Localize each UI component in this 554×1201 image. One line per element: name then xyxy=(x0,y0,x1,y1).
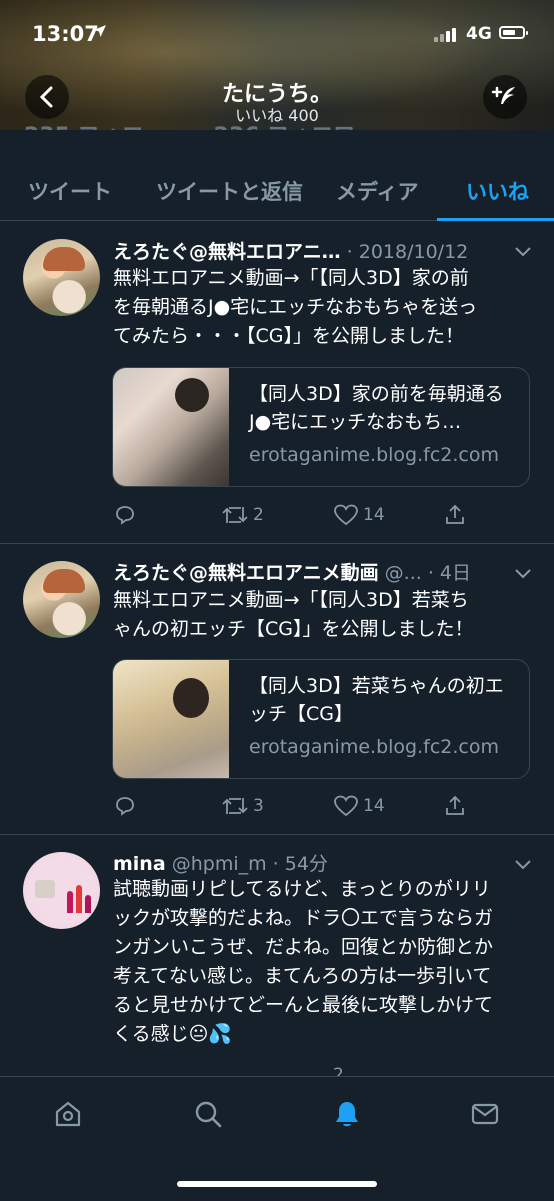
tweet-author-name[interactable]: mina xyxy=(113,853,166,875)
status-bar: 13:07 4G xyxy=(0,20,554,50)
retweet-button[interactable]: 2 xyxy=(221,503,264,527)
share-icon xyxy=(446,795,464,815)
link-card[interactable]: 【同人3D】若菜ちゃんの初エッチ【CG】 erotaganime.blog.fc… xyxy=(112,659,530,779)
reply-button[interactable] xyxy=(113,503,137,527)
likes-count-subtitle: いいね 400 xyxy=(235,106,319,125)
reply-icon xyxy=(116,797,134,816)
tab-tweets[interactable]: ツイート xyxy=(28,176,112,206)
retweet-icon xyxy=(222,507,248,523)
tweet-meta: · 2018/10/12 xyxy=(346,241,469,263)
link-card-image xyxy=(113,660,229,778)
tweet-meta: @... · 4日 xyxy=(384,562,471,584)
like-count: 14 xyxy=(363,505,385,525)
network-type: 4G xyxy=(466,24,492,44)
like-button[interactable]: 14 xyxy=(333,503,385,527)
heart-icon xyxy=(334,795,358,817)
tweet[interactable]: mina @hpmi_m · 54分 試聴動画リピしてるけど、まっとりのがリリ … xyxy=(0,835,554,1095)
chevron-down-icon[interactable] xyxy=(514,859,532,871)
location-arrow-icon xyxy=(93,24,107,38)
share-button[interactable] xyxy=(443,503,467,527)
like-count: 14 xyxy=(363,796,385,816)
tweet[interactable]: えろたぐ@無料エロアニメ動画 @... · 4日 無料エロアニメ動画→「【同人3… xyxy=(0,544,554,835)
tweet-meta: @hpmi_m · 54分 xyxy=(171,853,328,875)
notifications-icon xyxy=(336,1102,358,1127)
heart-icon xyxy=(334,504,358,526)
active-tab-indicator xyxy=(437,218,554,221)
reply-icon xyxy=(116,506,134,525)
compose-tweet-button[interactable] xyxy=(483,75,527,119)
tweet-actions: 3 14 xyxy=(113,794,473,820)
retweet-icon xyxy=(222,798,248,814)
tweet-author-name[interactable]: えろたぐ@無料エロアニメ動画 xyxy=(113,562,379,584)
avatar[interactable] xyxy=(23,852,100,929)
chevron-down-icon[interactable] xyxy=(514,246,532,258)
tab-media[interactable]: メディア xyxy=(336,176,419,206)
retweet-count: 3 xyxy=(253,796,264,816)
link-card-url: erotaganime.blog.fc2.com xyxy=(249,444,499,466)
status-time: 13:07 xyxy=(32,22,99,46)
home-icon xyxy=(55,1101,81,1127)
link-card-title: 【同人3D】若菜ちゃんの初エッチ【CG】 xyxy=(249,675,504,725)
compose-feather-icon xyxy=(491,86,515,104)
link-card[interactable]: 【同人3D】家の前を毎朝通るJ●宅にエッチなおもち… erotaganime.b… xyxy=(112,367,530,487)
tweet-text: 試聴動画リピしてるけど、まっとりのがリリ ックが攻撃的だよね。ドラ〇エで言うなら… xyxy=(113,878,494,1045)
tab-tweets-and-replies[interactable]: ツイートと返信 xyxy=(156,176,303,206)
like-button[interactable]: 14 xyxy=(333,794,385,818)
link-card-url: erotaganime.blog.fc2.com xyxy=(249,736,499,758)
search-icon xyxy=(195,1101,222,1128)
tweet-actions: 2 14 xyxy=(113,503,473,529)
notifications-tab[interactable] xyxy=(332,1099,362,1129)
battery-icon xyxy=(499,26,528,39)
avatar[interactable] xyxy=(23,239,100,316)
home-indicator xyxy=(177,1181,377,1187)
reply-button[interactable] xyxy=(113,794,137,818)
share-icon xyxy=(446,504,464,524)
retweet-count: 2 xyxy=(253,505,264,525)
avatar[interactable] xyxy=(23,561,100,638)
chevron-down-icon[interactable] xyxy=(514,568,532,580)
home-tab[interactable] xyxy=(53,1099,83,1129)
search-tab[interactable] xyxy=(193,1099,223,1129)
share-button[interactable] xyxy=(443,794,467,818)
tweet-text: 無料エロアニメ動画→「【同人3D】若菜ち ゃんの初エッチ【CG】」を公開しました… xyxy=(113,589,474,640)
cellular-signal-icon xyxy=(434,28,456,42)
messages-tab[interactable] xyxy=(470,1099,500,1129)
link-card-image xyxy=(113,368,229,486)
tweet-author-name[interactable]: えろたぐ@無料エロアニ… xyxy=(113,241,341,263)
link-card-title: 【同人3D】家の前を毎朝通るJ●宅にエッチなおもち… xyxy=(249,383,504,433)
messages-icon xyxy=(471,1103,499,1125)
tab-likes[interactable]: いいね xyxy=(466,176,529,206)
tweet[interactable]: えろたぐ@無料エロアニ… · 2018/10/12 無料エロアニメ動画→「【同人… xyxy=(0,222,554,544)
profile-header-banner: 13:07 4G たにうち。 いいね 400 235 フォロー 236 フォロワ… xyxy=(0,0,554,130)
retweet-button[interactable]: 3 xyxy=(221,794,264,818)
profile-tabs: ツイート ツイートと返信 メディア いいね xyxy=(0,160,554,221)
tweet-text: 無料エロアニメ動画→「【同人3D】家の前 を毎朝通るJ●宅にエッチなおもちゃを送… xyxy=(113,267,478,347)
